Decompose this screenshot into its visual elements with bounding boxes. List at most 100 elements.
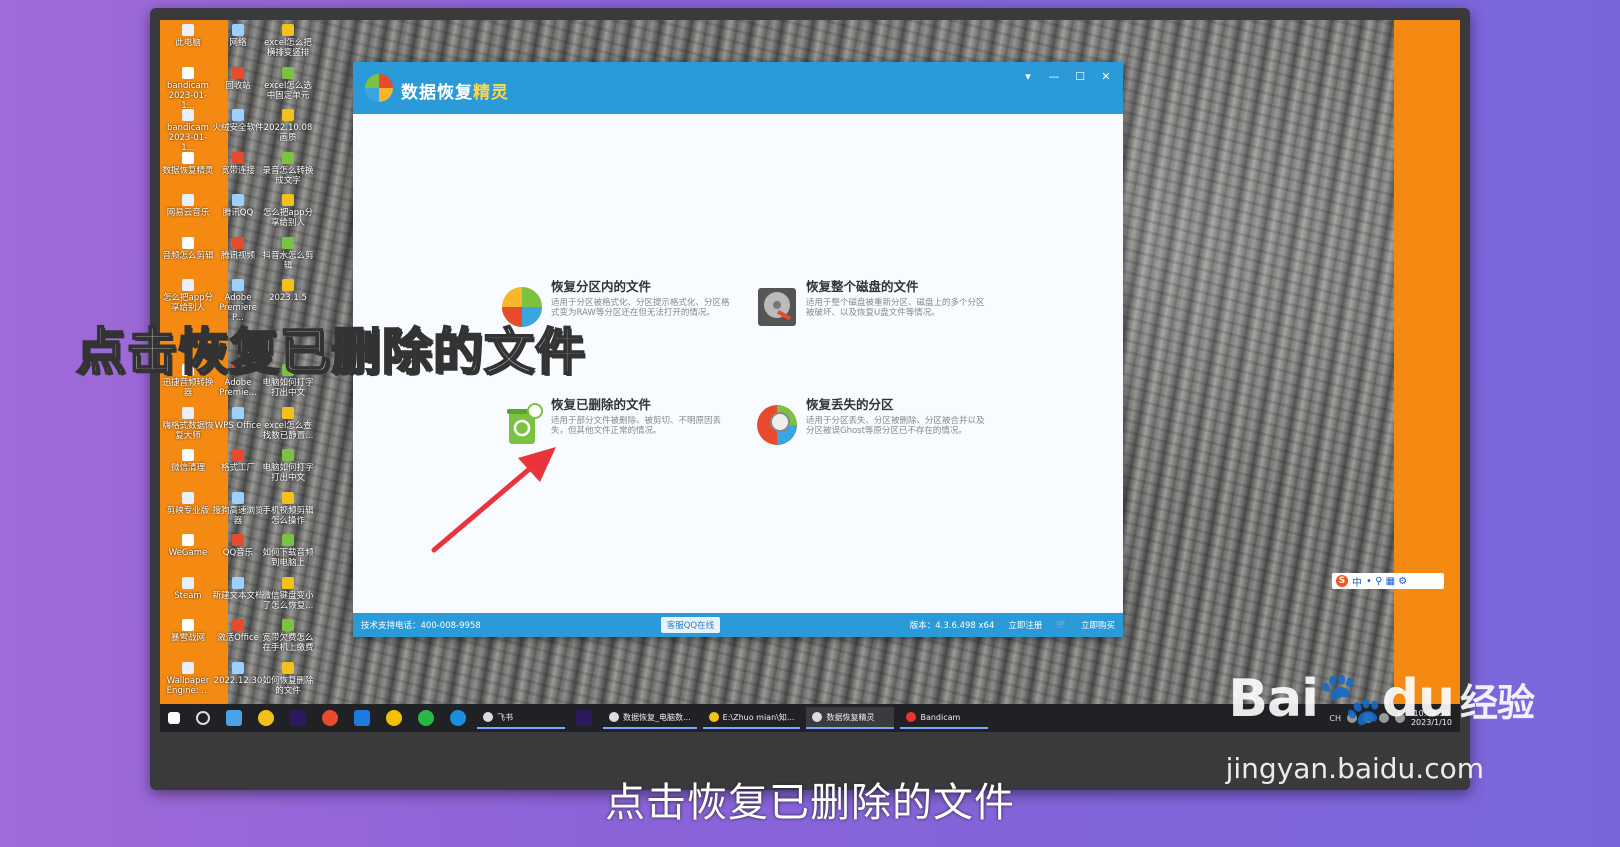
- desktop-icon[interactable]: 如何恢复删除的文件: [262, 661, 314, 696]
- file-icon: [282, 576, 294, 589]
- qq-icon[interactable]: [386, 710, 402, 726]
- desktop-icon[interactable]: QQ音乐: [212, 534, 264, 558]
- window-controls: ▾ — ☐ ✕: [1021, 70, 1113, 83]
- premiere-icon[interactable]: [290, 710, 306, 726]
- desktop-icon-label: 电脑如何打字打出中文: [262, 463, 314, 483]
- desktop-icon[interactable]: 腾讯QQ: [212, 194, 264, 218]
- desktop-icon[interactable]: 剪映专业版: [162, 491, 214, 516]
- desktop-icon[interactable]: 此电脑: [162, 24, 214, 48]
- desktop-icon[interactable]: 网易云音乐: [162, 194, 214, 218]
- file-icon: [232, 619, 244, 631]
- desktop-icon-label: 此电脑: [175, 38, 201, 48]
- buy-link[interactable]: 立即购买: [1081, 619, 1115, 631]
- desktop-icon[interactable]: 手机视频剪辑怎么操作: [262, 491, 314, 526]
- file-icon: [232, 24, 244, 36]
- desktop-icon[interactable]: 微信清理: [162, 449, 214, 473]
- dropdown-menu-icon[interactable]: ▾: [1021, 70, 1035, 83]
- desktop-icon[interactable]: 激活Office: [212, 619, 264, 643]
- desktop-icon[interactable]: 格式工厂: [212, 449, 264, 473]
- app-titlebar: 数据恢复精灵 ▾ — ☐ ✕: [353, 62, 1123, 114]
- app-title-main: 数据恢复: [401, 83, 473, 103]
- start-icon[interactable]: [168, 712, 180, 724]
- ime-tools-icon: • ⚲ ▦ ⚙: [1366, 575, 1408, 587]
- desktop-icon[interactable]: 微信键盘变小了怎么恢复...: [262, 576, 314, 611]
- task-feishu[interactable]: 飞书: [477, 707, 565, 729]
- desktop-icon[interactable]: 火绒安全软件: [212, 109, 264, 133]
- desktop-icon[interactable]: WeGame: [162, 534, 214, 558]
- desktop-icon[interactable]: 录音怎么转换成文字: [262, 151, 314, 186]
- desktop-icon-label: 2022.10.08 画质: [263, 123, 313, 143]
- desktop-icon[interactable]: excel怎么选中固定单元: [262, 66, 314, 101]
- desktop-icon-label: 激活Office: [217, 633, 259, 643]
- desktop-icon[interactable]: 如何下载音频到电脑上: [262, 534, 314, 568]
- file-icon: [182, 661, 194, 674]
- wechat-icon[interactable]: [418, 710, 434, 726]
- version-label: 版本：4.3.6.498 x64: [909, 621, 995, 631]
- task-bandicam[interactable]: Bandicam: [900, 707, 989, 729]
- desktop-icon[interactable]: 腾讯视频: [212, 236, 264, 261]
- file-icon: [232, 534, 244, 546]
- desktop-icon[interactable]: 怎么把app分享给别人: [162, 279, 214, 313]
- ime-mode[interactable]: 中: [1352, 574, 1362, 589]
- ime-toolbar[interactable]: S 中 • ⚲ ▦ ⚙: [1332, 573, 1444, 589]
- desktop-icon-label: WPS Office: [214, 420, 262, 431]
- task-explorer[interactable]: E:\Zhuo mian\知...: [702, 707, 801, 729]
- file-icon: [282, 534, 294, 546]
- desktop-icon[interactable]: 新建文本文档: [212, 576, 264, 601]
- app-title: 数据恢复精灵: [401, 78, 509, 103]
- desktop-icon[interactable]: 宽带欠费怎么在手机上缴费: [262, 619, 314, 653]
- desktop-icon[interactable]: 暴雪战网: [162, 619, 214, 643]
- search-icon[interactable]: [196, 711, 210, 725]
- desktop-icon[interactable]: 音频怎么剪辑: [162, 236, 214, 261]
- caption-overlay: 点击恢复已删除的文件: [75, 322, 586, 382]
- desktop-icon[interactable]: 嗨格式数据恢复大师: [162, 406, 214, 441]
- desktop-icon[interactable]: excel怎么查找数已静置...: [262, 406, 314, 441]
- chrome-icon[interactable]: [322, 710, 338, 726]
- desktop-icon[interactable]: 2023.1.5: [262, 279, 314, 303]
- desktop-icon[interactable]: 回收站: [212, 66, 264, 91]
- browser-icon[interactable]: [354, 710, 370, 726]
- desktop-icon-label: 微信键盘变小了怎么恢复...: [262, 590, 314, 611]
- desktop-icon[interactable]: 网络: [212, 24, 264, 48]
- app-icon[interactable]: [258, 710, 274, 726]
- desktop-icon-label: 新建文本文档: [212, 590, 264, 601]
- desktop-icon[interactable]: bandicam 2023-01-1...: [162, 109, 214, 153]
- task-data-recovery[interactable]: 数据恢复精灵: [806, 707, 895, 729]
- lost-partition-icon: [757, 405, 797, 445]
- desktop-icon[interactable]: 搜狗高速浏览器: [212, 491, 264, 526]
- desktop-icon[interactable]: 电脑如何打字打出中文: [262, 449, 314, 483]
- desktop-icon-label: 嗨格式数据恢复大师: [162, 420, 214, 441]
- desktop-icon[interactable]: 怎么把app分享给别人: [262, 194, 314, 228]
- file-icon: [232, 406, 244, 419]
- qq-service-button[interactable]: 客服QQ在线: [660, 617, 721, 633]
- photos-icon[interactable]: [226, 710, 242, 726]
- close-button[interactable]: ✕: [1099, 70, 1113, 83]
- desktop-icon[interactable]: 抖音水怎么剪辑: [262, 236, 314, 271]
- desktop-icon-label: WeGame: [168, 548, 208, 558]
- file-icon: [282, 24, 294, 36]
- app-footer: 技术支持电话：400-008-9958 客服QQ在线 版本：4.3.6.498 …: [353, 613, 1123, 637]
- desktop-icon[interactable]: 2022.12.30: [212, 661, 264, 686]
- desktop-icon[interactable]: bandicam 2023-01-1...: [162, 66, 214, 111]
- file-icon: [182, 66, 194, 79]
- desktop-icon[interactable]: 数据恢复精灵: [162, 151, 214, 176]
- file-icon: [282, 236, 294, 249]
- option-title: 恢复分区内的文件: [551, 279, 652, 294]
- register-link[interactable]: 立即注册: [1008, 619, 1042, 631]
- option-title: 恢复整个磁盘的文件: [806, 279, 919, 294]
- edge-icon[interactable]: [450, 710, 466, 726]
- task-browser[interactable]: 数据恢复_电脑数...: [603, 707, 697, 729]
- desktop-icon[interactable]: Steam: [162, 576, 214, 601]
- desktop-icon[interactable]: 2022.10.08 画质: [262, 109, 314, 143]
- footer-right: 版本：4.3.6.498 x64 立即注册 🛒 立即购买: [910, 619, 1115, 631]
- desktop-icon[interactable]: Wallpaper Engine: ...: [162, 661, 214, 696]
- desktop-icon[interactable]: WPS Office: [212, 406, 264, 431]
- desktop-icon[interactable]: excel怎么把横排变竖排: [262, 24, 314, 58]
- desktop-icon-label: 2022.12.30: [213, 675, 263, 686]
- desktop-icon[interactable]: 宽带连接: [212, 151, 264, 176]
- premiere-task-icon[interactable]: [576, 710, 592, 726]
- folder-icon: [708, 712, 719, 722]
- file-icon: [282, 661, 294, 674]
- minimize-button[interactable]: —: [1047, 70, 1061, 83]
- maximize-button[interactable]: ☐: [1073, 70, 1087, 83]
